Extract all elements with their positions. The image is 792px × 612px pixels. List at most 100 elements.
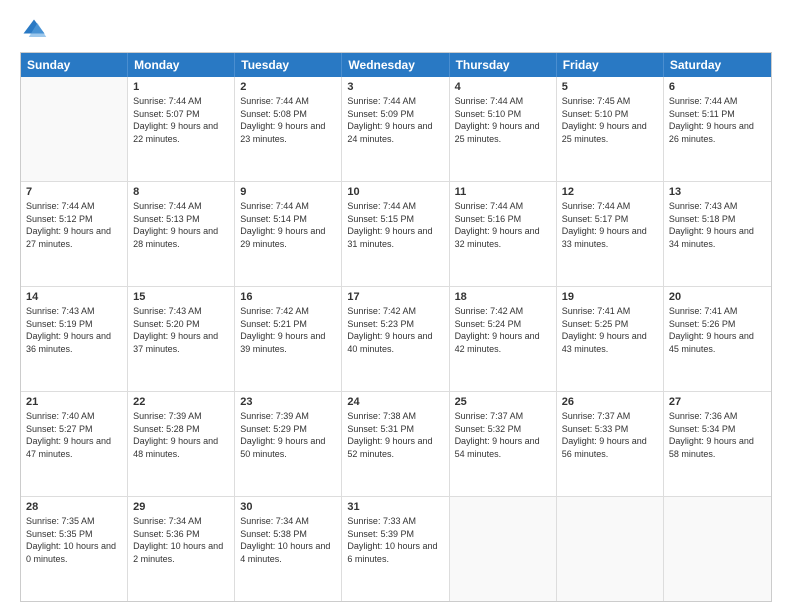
day-number: 18: [455, 291, 551, 303]
daylight-text: Daylight: 9 hours and 27 minutes.: [26, 225, 122, 250]
calendar-cell: 15Sunrise: 7:43 AMSunset: 5:20 PMDayligh…: [128, 287, 235, 391]
sunset-text: Sunset: 5:26 PM: [669, 318, 766, 331]
cell-info: Sunrise: 7:42 AMSunset: 5:24 PMDaylight:…: [455, 305, 551, 355]
calendar-cell: 17Sunrise: 7:42 AMSunset: 5:23 PMDayligh…: [342, 287, 449, 391]
sunrise-text: Sunrise: 7:41 AM: [562, 305, 658, 318]
daylight-text: Daylight: 9 hours and 25 minutes.: [455, 120, 551, 145]
sunset-text: Sunset: 5:33 PM: [562, 423, 658, 436]
cell-info: Sunrise: 7:35 AMSunset: 5:35 PMDaylight:…: [26, 515, 122, 565]
daylight-text: Daylight: 9 hours and 26 minutes.: [669, 120, 766, 145]
sunrise-text: Sunrise: 7:44 AM: [347, 200, 443, 213]
day-number: 26: [562, 396, 658, 408]
calendar-cell: 30Sunrise: 7:34 AMSunset: 5:38 PMDayligh…: [235, 497, 342, 601]
calendar-cell: 5Sunrise: 7:45 AMSunset: 5:10 PMDaylight…: [557, 77, 664, 181]
sunrise-text: Sunrise: 7:42 AM: [240, 305, 336, 318]
calendar-cell: 7Sunrise: 7:44 AMSunset: 5:12 PMDaylight…: [21, 182, 128, 286]
calendar-cell: [21, 77, 128, 181]
sunset-text: Sunset: 5:28 PM: [133, 423, 229, 436]
day-number: 30: [240, 501, 336, 513]
calendar-week: 14Sunrise: 7:43 AMSunset: 5:19 PMDayligh…: [21, 287, 771, 392]
sunset-text: Sunset: 5:27 PM: [26, 423, 122, 436]
day-number: 19: [562, 291, 658, 303]
sunset-text: Sunset: 5:10 PM: [562, 108, 658, 121]
logo: [20, 16, 52, 44]
calendar-cell: [450, 497, 557, 601]
day-number: 27: [669, 396, 766, 408]
sunset-text: Sunset: 5:32 PM: [455, 423, 551, 436]
sunrise-text: Sunrise: 7:41 AM: [669, 305, 766, 318]
sunset-text: Sunset: 5:17 PM: [562, 213, 658, 226]
sunset-text: Sunset: 5:10 PM: [455, 108, 551, 121]
day-number: 4: [455, 81, 551, 93]
day-number: 10: [347, 186, 443, 198]
daylight-text: Daylight: 9 hours and 28 minutes.: [133, 225, 229, 250]
header-day: Saturday: [664, 53, 771, 77]
daylight-text: Daylight: 9 hours and 45 minutes.: [669, 330, 766, 355]
calendar-cell: [664, 497, 771, 601]
header-day: Tuesday: [235, 53, 342, 77]
daylight-text: Daylight: 9 hours and 29 minutes.: [240, 225, 336, 250]
calendar-cell: 16 Sunrise: 7:42 AMSunset: 5:21 PMDayligh…: [235, 287, 342, 391]
calendar-cell: 3Sunrise: 7:44 AMSunset: 5:09 PMDaylight…: [342, 77, 449, 181]
sunrise-text: Sunrise: 7:44 AM: [669, 95, 766, 108]
day-number: 22: [133, 396, 229, 408]
day-number: 16: [240, 291, 336, 303]
daylight-text: Daylight: 9 hours and 39 minutes.: [240, 330, 336, 355]
daylight-text: Daylight: 9 hours and 42 minutes.: [455, 330, 551, 355]
daylight-text: Daylight: 9 hours and 32 minutes.: [455, 225, 551, 250]
calendar-cell: 24Sunrise: 7:38 AMSunset: 5:31 PMDayligh…: [342, 392, 449, 496]
calendar-cell: 11Sunrise: 7:44 AMSunset: 5:16 PMDayligh…: [450, 182, 557, 286]
sunrise-text: Sunrise: 7:43 AM: [669, 200, 766, 213]
sunset-text: Sunset: 5:34 PM: [669, 423, 766, 436]
sunrise-text: Sunrise: 7:44 AM: [133, 95, 229, 108]
day-number: 25: [455, 396, 551, 408]
daylight-text: Daylight: 9 hours and 40 minutes.: [347, 330, 443, 355]
sunset-text: Sunset: 5:11 PM: [669, 108, 766, 121]
sunset-text: Sunset: 5:35 PM: [26, 528, 122, 541]
sunset-text: Sunset: 5:29 PM: [240, 423, 336, 436]
calendar: SundayMondayTuesdayWednesdayThursdayFrid…: [20, 52, 772, 602]
daylight-text: Daylight: 9 hours and 24 minutes.: [347, 120, 443, 145]
cell-info: Sunrise: 7:34 AMSunset: 5:36 PMDaylight:…: [133, 515, 229, 565]
cell-info: Sunrise: 7:44 AMSunset: 5:17 PMDaylight:…: [562, 200, 658, 250]
cell-info: Sunrise: 7:37 AMSunset: 5:32 PMDaylight:…: [455, 410, 551, 460]
cell-info: Sunrise: 7:44 AMSunset: 5:16 PMDaylight:…: [455, 200, 551, 250]
calendar-cell: 13Sunrise: 7:43 AMSunset: 5:18 PMDayligh…: [664, 182, 771, 286]
sunrise-text: Sunrise: 7:44 AM: [26, 200, 122, 213]
cell-info: Sunrise: 7:44 AMSunset: 5:07 PMDaylight:…: [133, 95, 229, 145]
sunset-text: Sunset: 5:21 PM: [240, 318, 336, 331]
sunrise-text: Sunrise: 7:40 AM: [26, 410, 122, 423]
calendar-cell: 10Sunrise: 7:44 AMSunset: 5:15 PMDayligh…: [342, 182, 449, 286]
calendar-cell: 20 Sunrise: 7:41 AMSunset: 5:26 PMDayligh…: [664, 287, 771, 391]
calendar-week: 21Sunrise: 7:40 AMSunset: 5:27 PMDayligh…: [21, 392, 771, 497]
calendar-week: 1Sunrise: 7:44 AMSunset: 5:07 PMDaylight…: [21, 77, 771, 182]
sunrise-text: Sunrise: 7:44 AM: [455, 200, 551, 213]
daylight-text: Daylight: 9 hours and 50 minutes.: [240, 435, 336, 460]
sunrise-text: Sunrise: 7:36 AM: [669, 410, 766, 423]
calendar-cell: 23Sunrise: 7:39 AMSunset: 5:29 PMDayligh…: [235, 392, 342, 496]
cell-info: Sunrise: 7:44 AMSunset: 5:14 PMDaylight:…: [240, 200, 336, 250]
sunset-text: Sunset: 5:19 PM: [26, 318, 122, 331]
sunrise-text: Sunrise: 7:35 AM: [26, 515, 122, 528]
calendar-cell: 2Sunrise: 7:44 AMSunset: 5:08 PMDaylight…: [235, 77, 342, 181]
sunset-text: Sunset: 5:31 PM: [347, 423, 443, 436]
sunrise-text: Sunrise: 7:43 AM: [133, 305, 229, 318]
header-day: Monday: [128, 53, 235, 77]
cell-info: Sunrise: 7:41 AMSunset: 5:26 PMDaylight:…: [669, 305, 766, 355]
sunrise-text: Sunrise: 7:44 AM: [133, 200, 229, 213]
cell-info: Sunrise: 7:37 AMSunset: 5:33 PMDaylight:…: [562, 410, 658, 460]
sunset-text: Sunset: 5:24 PM: [455, 318, 551, 331]
day-number: 20: [669, 291, 766, 303]
cell-info: Sunrise: 7:36 AMSunset: 5:34 PMDaylight:…: [669, 410, 766, 460]
daylight-text: Daylight: 9 hours and 48 minutes.: [133, 435, 229, 460]
day-number: 3: [347, 81, 443, 93]
sunrise-text: Sunrise: 7:44 AM: [347, 95, 443, 108]
sunrise-text: Sunrise: 7:38 AM: [347, 410, 443, 423]
sunset-text: Sunset: 5:18 PM: [669, 213, 766, 226]
daylight-text: Daylight: 9 hours and 31 minutes.: [347, 225, 443, 250]
day-number: 6: [669, 81, 766, 93]
calendar-cell: 19Sunrise: 7:41 AMSunset: 5:25 PMDayligh…: [557, 287, 664, 391]
cell-info: Sunrise: 7:42 AMSunset: 5:21 PMDaylight:…: [240, 305, 336, 355]
sunset-text: Sunset: 5:16 PM: [455, 213, 551, 226]
sunset-text: Sunset: 5:07 PM: [133, 108, 229, 121]
